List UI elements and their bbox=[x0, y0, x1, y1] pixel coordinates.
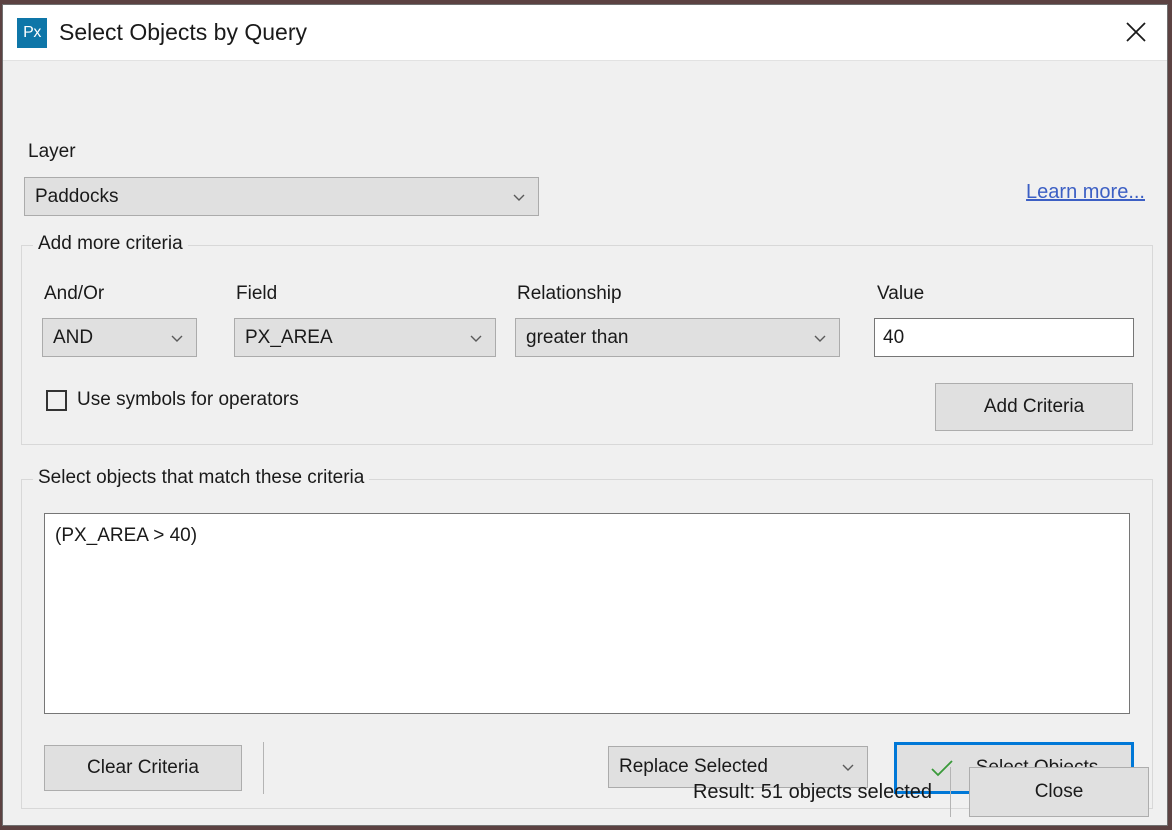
layer-select[interactable]: Paddocks bbox=[24, 177, 539, 216]
relationship-label: Relationship bbox=[517, 283, 622, 304]
chevron-down-icon bbox=[468, 330, 484, 346]
dialog-body: Layer Paddocks Learn more... Add more cr… bbox=[3, 61, 1167, 825]
add-more-criteria-group: Add more criteria And/Or AND Field PX_AR… bbox=[21, 233, 1153, 445]
result-status: Result: 51 objects selected bbox=[692, 780, 932, 803]
relationship-value: greater than bbox=[526, 326, 629, 348]
layer-label: Layer bbox=[28, 141, 76, 162]
field-label: Field bbox=[236, 283, 278, 304]
and-or-value: AND bbox=[53, 326, 94, 348]
title-bar: Px Select Objects by Query bbox=[3, 5, 1167, 61]
use-symbols-label: Use symbols for operators bbox=[77, 389, 299, 410]
dialog-footer: Result: 51 objects selected Close bbox=[3, 759, 1167, 825]
divider bbox=[950, 767, 951, 817]
add-more-criteria-title: Add more criteria bbox=[33, 233, 188, 255]
select-objects-by-query-dialog: Px Select Objects by Query Layer Paddock… bbox=[2, 4, 1168, 826]
close-icon[interactable] bbox=[1105, 5, 1167, 59]
learn-more-link[interactable]: Learn more... bbox=[1026, 181, 1145, 204]
close-button[interactable]: Close bbox=[969, 767, 1149, 817]
add-criteria-button[interactable]: Add Criteria bbox=[935, 383, 1133, 431]
value-input[interactable]: 40 bbox=[874, 318, 1134, 357]
relationship-select[interactable]: greater than bbox=[515, 318, 840, 357]
use-symbols-checkbox[interactable] bbox=[46, 389, 67, 411]
value-label: Value bbox=[877, 283, 925, 304]
px-app-icon: Px bbox=[17, 17, 47, 48]
chevron-down-icon bbox=[511, 189, 527, 205]
window-title: Select Objects by Query bbox=[59, 19, 307, 45]
query-textarea[interactable]: (PX_AREA > 40) bbox=[44, 513, 1130, 714]
and-or-select[interactable]: AND bbox=[42, 318, 197, 357]
field-select[interactable]: PX_AREA bbox=[234, 318, 496, 357]
layer-selected-value: Paddocks bbox=[35, 185, 119, 207]
and-or-label: And/Or bbox=[44, 283, 105, 304]
chevron-down-icon bbox=[169, 330, 185, 346]
app-icon-text: Px bbox=[23, 23, 41, 41]
field-value: PX_AREA bbox=[245, 326, 333, 348]
chevron-down-icon bbox=[812, 330, 828, 346]
match-criteria-title: Select objects that match these criteria bbox=[33, 467, 370, 489]
use-symbols-row: Use symbols for operators bbox=[46, 389, 299, 411]
